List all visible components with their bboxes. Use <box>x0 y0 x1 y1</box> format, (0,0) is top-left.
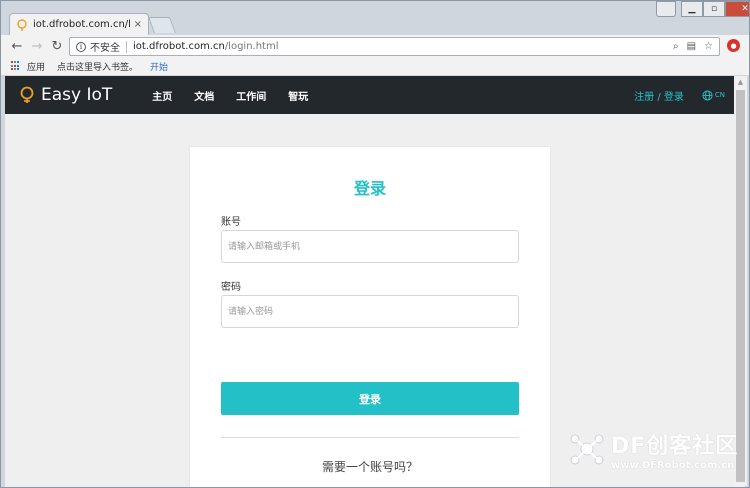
tab-title: iot.dfrobot.com.cn/logi <box>33 19 130 30</box>
extension-icon[interactable]: ● <box>727 39 740 52</box>
login-button[interactable]: 登录 <box>221 382 519 415</box>
cloud-bulb-icon <box>20 86 34 103</box>
address-bar[interactable]: i 不安全 iot.dfrobot.com.cn/login.html ⌕ ▤ … <box>69 37 720 56</box>
card-divider <box>221 437 519 438</box>
nav-workspace[interactable]: 工作间 <box>236 88 266 103</box>
bookmark-apps[interactable]: 应用 <box>27 60 45 73</box>
profile-icon[interactable] <box>656 1 676 17</box>
account-input[interactable] <box>221 230 519 263</box>
password-label: 密码 <box>221 282 241 293</box>
dfrobot-logo-icon <box>570 434 604 465</box>
zoom-icon[interactable]: ⌕ <box>673 41 679 52</box>
watermark-title: DF创客社区 <box>611 433 739 459</box>
bookmark-import[interactable]: 点击这里导入书签。 <box>57 60 138 73</box>
need-account-text: 需要一个账号吗？ <box>321 460 418 474</box>
account-label: 账号 <box>221 217 241 228</box>
url-path: /login.html <box>224 41 279 52</box>
browser-toolbar: ← → ↻ i 不安全 iot.dfrobot.com.cn/login.htm… <box>1 35 749 57</box>
nav-right: 注册 / 登录 CN <box>634 88 745 103</box>
tab-close-icon[interactable]: × <box>134 19 142 30</box>
site-navbar: Easy IoT 主页 文档 工作间 智玩 注册 / 登录 CN <box>5 76 745 114</box>
minimize-icon[interactable]: ▁ <box>681 1 703 17</box>
url-host: iot.dfrobot.com.cn <box>133 41 225 52</box>
login-title: 登录 <box>353 179 386 198</box>
browser-window: iot.dfrobot.com.cn/logi × ▁ ▫ ✕ ← → ↻ i … <box>0 0 750 488</box>
window-controls: ▁ ▫ ✕ <box>681 1 749 17</box>
nav-smart-play[interactable]: 智玩 <box>288 88 308 103</box>
language-switch[interactable]: CN <box>702 89 725 101</box>
watermark: DF创客社区 www.DFRobot.com.cn <box>567 424 749 474</box>
password-input[interactable] <box>221 295 519 328</box>
nav-home[interactable]: 主页 <box>152 88 172 103</box>
nav-docs[interactable]: 文档 <box>194 88 214 103</box>
browser-tab[interactable]: iot.dfrobot.com.cn/logi × <box>9 13 149 35</box>
register-login-link[interactable]: 注册 / 登录 <box>634 88 684 103</box>
new-tab-button[interactable] <box>148 17 176 33</box>
cloud-logo-icon <box>17 18 27 31</box>
security-indicator[interactable]: 不安全 <box>90 39 120 54</box>
title-bar: iot.dfrobot.com.cn/logi × ▁ ▫ ✕ <box>1 1 749 35</box>
bookmark-start[interactable]: 开始 <box>150 60 168 73</box>
language-label: CN <box>714 91 725 99</box>
window-close-icon[interactable]: ✕ <box>725 1 749 17</box>
omnibox-actions: ⌕ ▤ ☆ <box>673 41 713 52</box>
bookmark-star-icon[interactable]: ☆ <box>704 41 713 52</box>
back-arrow-icon[interactable]: ← <box>7 39 27 54</box>
bookmarks-bar: 应用 点击这里导入书签。 开始 <box>1 57 749 76</box>
info-icon[interactable]: i <box>76 41 86 52</box>
site-logo[interactable]: Easy IoT <box>19 85 112 105</box>
omnibox-separator <box>126 40 127 53</box>
reload-icon[interactable]: ↻ <box>47 39 67 54</box>
maximize-icon[interactable]: ▫ <box>703 1 725 17</box>
watermark-url: www.DFRobot.com.cn <box>611 459 735 471</box>
apps-grid-icon[interactable] <box>11 61 21 71</box>
forward-arrow-icon[interactable]: → <box>27 39 47 54</box>
logo-text: Easy IoT <box>41 85 113 105</box>
login-card: 登录 账号 密码 登录 需要一个账号吗？ <box>190 147 550 487</box>
translate-icon[interactable]: ▤ <box>687 41 696 52</box>
scroll-up-icon[interactable]: ▲ <box>734 76 747 89</box>
watermark-text: DF创客社区 www.DFRobot.com.cn <box>611 428 738 471</box>
globe-icon <box>702 89 713 101</box>
